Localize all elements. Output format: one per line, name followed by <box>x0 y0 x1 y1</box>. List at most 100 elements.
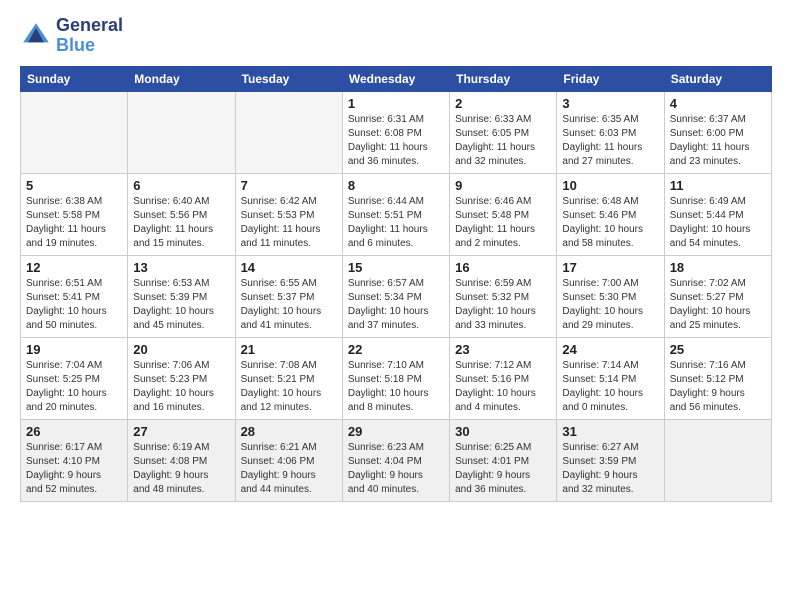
day-detail: Sunrise: 6:33 AM Sunset: 6:05 PM Dayligh… <box>455 113 551 169</box>
calendar-cell <box>21 91 128 173</box>
day-detail: Sunrise: 6:51 AM Sunset: 5:41 PM Dayligh… <box>26 277 122 333</box>
day-detail: Sunrise: 6:31 AM Sunset: 6:08 PM Dayligh… <box>348 113 444 169</box>
logo-icon <box>20 20 52 52</box>
calendar-cell: 31Sunrise: 6:27 AM Sunset: 3:59 PM Dayli… <box>557 419 664 501</box>
day-number: 13 <box>133 260 229 275</box>
day-number: 28 <box>241 424 337 439</box>
day-detail: Sunrise: 6:49 AM Sunset: 5:44 PM Dayligh… <box>670 195 766 251</box>
weekday-header-tuesday: Tuesday <box>235 66 342 91</box>
day-number: 12 <box>26 260 122 275</box>
calendar-cell: 26 Sunrise: 6:17 AM Sunset: 4:10 PM Dayli… <box>21 419 128 501</box>
calendar-cell: 17 Sunrise: 7:00 AM Sunset: 5:30 PM Dayli… <box>557 255 664 337</box>
day-number: 3 <box>562 96 658 111</box>
calendar-cell <box>235 91 342 173</box>
calendar-cell: 29 Sunrise: 6:23 AM Sunset: 4:04 PM Dayli… <box>342 419 449 501</box>
day-detail: Sunrise: 6:17 AM Sunset: 4:10 PM Dayligh… <box>26 441 122 497</box>
day-detail: Sunrise: 6:40 AM Sunset: 5:56 PM Dayligh… <box>133 195 229 251</box>
calendar-cell: 15 Sunrise: 6:57 AM Sunset: 5:34 PM Dayli… <box>342 255 449 337</box>
day-detail: Sunrise: 6:59 AM Sunset: 5:32 PM Dayligh… <box>455 277 551 333</box>
header: General Blue <box>20 16 772 56</box>
calendar-cell: 13 Sunrise: 6:53 AM Sunset: 5:39 PM Dayli… <box>128 255 235 337</box>
day-detail: Sunrise: 6:48 AM Sunset: 5:46 PM Dayligh… <box>562 195 658 251</box>
day-number: 5 <box>26 178 122 193</box>
calendar-cell: 23 Sunrise: 7:12 AM Sunset: 5:16 PM Dayli… <box>450 337 557 419</box>
day-detail: Sunrise: 7:14 AM Sunset: 5:14 PM Dayligh… <box>562 359 658 415</box>
day-detail: Sunrise: 6:46 AM Sunset: 5:48 PM Dayligh… <box>455 195 551 251</box>
day-number: 2 <box>455 96 551 111</box>
day-number: 10 <box>562 178 658 193</box>
weekday-header-thursday: Thursday <box>450 66 557 91</box>
weekday-header-wednesday: Wednesday <box>342 66 449 91</box>
weekday-header-saturday: Saturday <box>664 66 771 91</box>
calendar-cell: 14 Sunrise: 6:55 AM Sunset: 5:37 PM Dayli… <box>235 255 342 337</box>
day-number: 27 <box>133 424 229 439</box>
day-number: 21 <box>241 342 337 357</box>
day-number: 29 <box>348 424 444 439</box>
day-detail: Sunrise: 6:44 AM Sunset: 5:51 PM Dayligh… <box>348 195 444 251</box>
day-number: 1 <box>348 96 444 111</box>
calendar-cell: 30Sunrise: 6:25 AM Sunset: 4:01 PM Dayli… <box>450 419 557 501</box>
calendar-cell: 12 Sunrise: 6:51 AM Sunset: 5:41 PM Dayli… <box>21 255 128 337</box>
day-detail: Sunrise: 6:27 AM Sunset: 3:59 PM Dayligh… <box>562 441 658 497</box>
day-number: 23 <box>455 342 551 357</box>
day-detail: Sunrise: 6:35 AM Sunset: 6:03 PM Dayligh… <box>562 113 658 169</box>
calendar-cell: 1 Sunrise: 6:31 AM Sunset: 6:08 PM Daylig… <box>342 91 449 173</box>
day-detail: Sunrise: 6:23 AM Sunset: 4:04 PM Dayligh… <box>348 441 444 497</box>
calendar-cell: 5 Sunrise: 6:38 AM Sunset: 5:58 PM Daylig… <box>21 173 128 255</box>
calendar-cell: 3 Sunrise: 6:35 AM Sunset: 6:03 PM Daylig… <box>557 91 664 173</box>
day-number: 18 <box>670 260 766 275</box>
day-number: 11 <box>670 178 766 193</box>
day-number: 16 <box>455 260 551 275</box>
day-number: 4 <box>670 96 766 111</box>
calendar-table: SundayMondayTuesdayWednesdayThursdayFrid… <box>20 66 772 502</box>
day-number: 20 <box>133 342 229 357</box>
calendar-cell: 24 Sunrise: 7:14 AM Sunset: 5:14 PM Dayli… <box>557 337 664 419</box>
day-detail: Sunrise: 7:04 AM Sunset: 5:25 PM Dayligh… <box>26 359 122 415</box>
day-detail: Sunrise: 7:02 AM Sunset: 5:27 PM Dayligh… <box>670 277 766 333</box>
day-number: 15 <box>348 260 444 275</box>
calendar-cell <box>128 91 235 173</box>
day-number: 30 <box>455 424 551 439</box>
day-number: 6 <box>133 178 229 193</box>
day-detail: Sunrise: 7:00 AM Sunset: 5:30 PM Dayligh… <box>562 277 658 333</box>
day-number: 17 <box>562 260 658 275</box>
calendar-cell: 7Sunrise: 6:42 AM Sunset: 5:53 PM Daylig… <box>235 173 342 255</box>
day-detail: Sunrise: 6:55 AM Sunset: 5:37 PM Dayligh… <box>241 277 337 333</box>
calendar-cell: 4Sunrise: 6:37 AM Sunset: 6:00 PM Daylig… <box>664 91 771 173</box>
logo-text: General Blue <box>56 16 123 56</box>
weekday-header-monday: Monday <box>128 66 235 91</box>
day-detail: Sunrise: 7:10 AM Sunset: 5:18 PM Dayligh… <box>348 359 444 415</box>
day-number: 25 <box>670 342 766 357</box>
day-number: 14 <box>241 260 337 275</box>
calendar-cell <box>664 419 771 501</box>
calendar-cell: 10 Sunrise: 6:48 AM Sunset: 5:46 PM Dayli… <box>557 173 664 255</box>
calendar-cell: 19 Sunrise: 7:04 AM Sunset: 5:25 PM Dayli… <box>21 337 128 419</box>
calendar-cell: 2 Sunrise: 6:33 AM Sunset: 6:05 PM Daylig… <box>450 91 557 173</box>
calendar-cell: 25Sunrise: 7:16 AM Sunset: 5:12 PM Dayli… <box>664 337 771 419</box>
calendar-cell: 8 Sunrise: 6:44 AM Sunset: 5:51 PM Daylig… <box>342 173 449 255</box>
calendar-cell: 11 Sunrise: 6:49 AM Sunset: 5:44 PM Dayli… <box>664 173 771 255</box>
day-number: 22 <box>348 342 444 357</box>
day-detail: Sunrise: 6:38 AM Sunset: 5:58 PM Dayligh… <box>26 195 122 251</box>
day-number: 26 <box>26 424 122 439</box>
day-number: 8 <box>348 178 444 193</box>
weekday-header-sunday: Sunday <box>21 66 128 91</box>
day-detail: Sunrise: 6:21 AM Sunset: 4:06 PM Dayligh… <box>241 441 337 497</box>
calendar-cell: 6 Sunrise: 6:40 AM Sunset: 5:56 PM Daylig… <box>128 173 235 255</box>
day-detail: Sunrise: 6:42 AM Sunset: 5:53 PM Dayligh… <box>241 195 337 251</box>
day-detail: Sunrise: 6:57 AM Sunset: 5:34 PM Dayligh… <box>348 277 444 333</box>
weekday-header-friday: Friday <box>557 66 664 91</box>
day-detail: Sunrise: 7:12 AM Sunset: 5:16 PM Dayligh… <box>455 359 551 415</box>
day-number: 24 <box>562 342 658 357</box>
day-detail: Sunrise: 6:19 AM Sunset: 4:08 PM Dayligh… <box>133 441 229 497</box>
day-number: 9 <box>455 178 551 193</box>
calendar-cell: 22 Sunrise: 7:10 AM Sunset: 5:18 PM Dayli… <box>342 337 449 419</box>
calendar-cell: 21 Sunrise: 7:08 AM Sunset: 5:21 PM Dayli… <box>235 337 342 419</box>
day-detail: Sunrise: 6:53 AM Sunset: 5:39 PM Dayligh… <box>133 277 229 333</box>
day-number: 19 <box>26 342 122 357</box>
day-detail: Sunrise: 7:06 AM Sunset: 5:23 PM Dayligh… <box>133 359 229 415</box>
calendar-cell: 9 Sunrise: 6:46 AM Sunset: 5:48 PM Daylig… <box>450 173 557 255</box>
calendar-cell: 27 Sunrise: 6:19 AM Sunset: 4:08 PM Dayli… <box>128 419 235 501</box>
day-detail: Sunrise: 7:08 AM Sunset: 5:21 PM Dayligh… <box>241 359 337 415</box>
calendar-cell: 20 Sunrise: 7:06 AM Sunset: 5:23 PM Dayli… <box>128 337 235 419</box>
